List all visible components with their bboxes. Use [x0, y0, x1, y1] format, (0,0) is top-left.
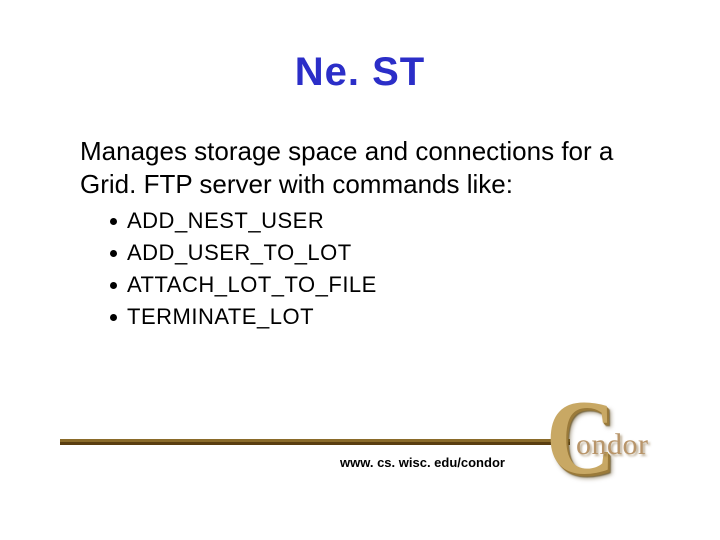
- logo-text: ondor: [576, 428, 649, 462]
- bullet-label: ATTACH_LOT_TO_FILE: [127, 272, 377, 298]
- bullet-label: ADD_USER_TO_LOT: [127, 240, 352, 266]
- slide-title: Ne. ST: [60, 50, 660, 95]
- bullet-icon: [110, 250, 117, 257]
- slide: Ne. ST Manages storage space and connect…: [0, 0, 720, 540]
- bullet-list: ADD_NEST_USER ADD_USER_TO_LOT ATTACH_LOT…: [110, 208, 660, 330]
- intro-text: Manages storage space and connections fo…: [80, 135, 640, 200]
- list-item: ADD_USER_TO_LOT: [110, 240, 660, 266]
- condor-logo: C ondor: [552, 388, 692, 508]
- bullet-icon: [110, 218, 117, 225]
- divider-line: [60, 439, 570, 445]
- list-item: TERMINATE_LOT: [110, 304, 660, 330]
- bullet-icon: [110, 282, 117, 289]
- bullet-icon: [110, 314, 117, 321]
- list-item: ADD_NEST_USER: [110, 208, 660, 234]
- footer-url: www. cs. wisc. edu/condor: [340, 455, 505, 470]
- list-item: ATTACH_LOT_TO_FILE: [110, 272, 660, 298]
- bullet-label: TERMINATE_LOT: [127, 304, 314, 330]
- bullet-label: ADD_NEST_USER: [127, 208, 324, 234]
